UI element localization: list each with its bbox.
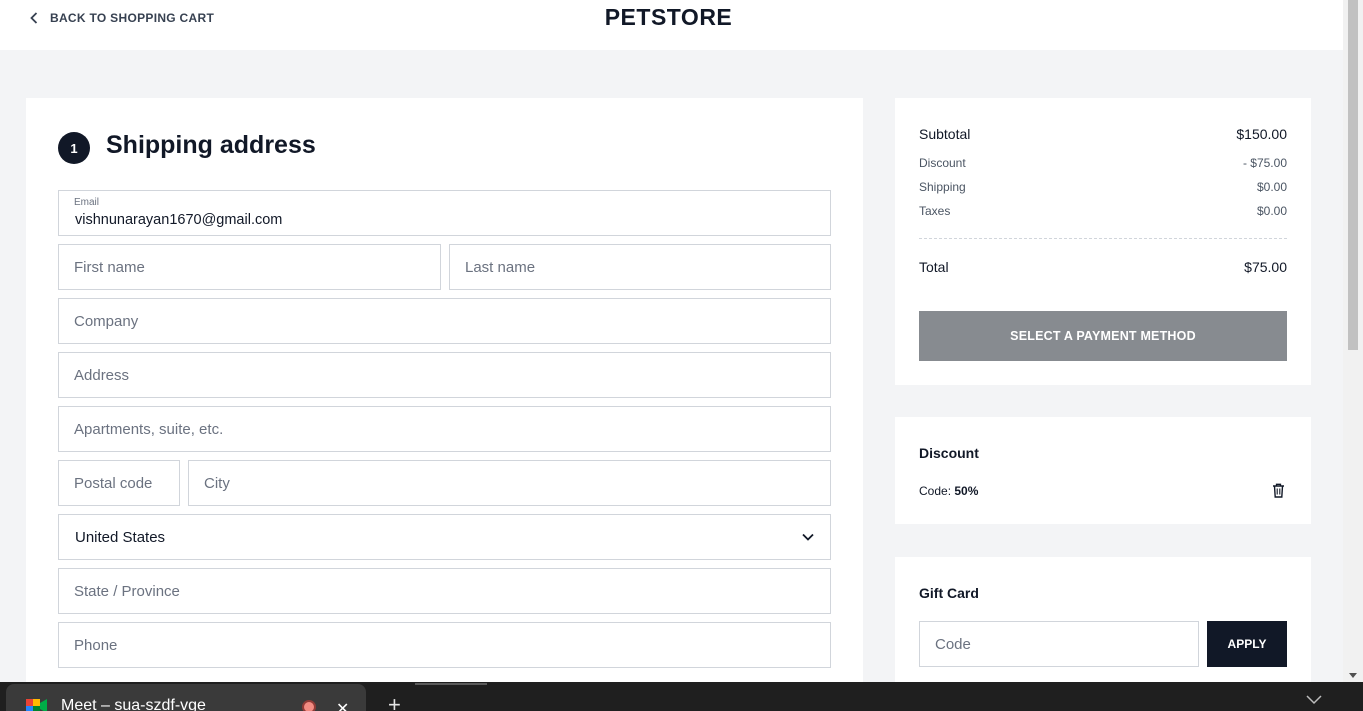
close-icon[interactable]: ✕ xyxy=(336,699,349,711)
address-input[interactable] xyxy=(59,353,830,397)
step-number-badge: 1 xyxy=(58,132,90,164)
meet-tab[interactable]: Meet – sua-szdf-vge ✕ xyxy=(6,684,366,711)
top-bar: BACK TO SHOPPING CART PETSTORE xyxy=(0,0,1343,50)
taxes-row: Taxes $0.00 xyxy=(919,204,1287,218)
store-logo[interactable]: PETSTORE xyxy=(0,4,1337,31)
shipping-value: $0.00 xyxy=(1256,180,1287,194)
taxes-label: Taxes xyxy=(919,204,951,218)
apartment-field[interactable] xyxy=(58,406,831,452)
city-field[interactable] xyxy=(188,460,831,506)
tab-strip-indicator xyxy=(415,683,487,685)
discount-label: Discount xyxy=(919,156,966,170)
gift-card-heading: Gift Card xyxy=(919,585,979,601)
shipping-row: Shipping $0.00 xyxy=(919,180,1287,194)
postal-code-field[interactable] xyxy=(58,460,180,506)
discount-value: - $75.00 xyxy=(1242,156,1287,170)
summary-divider xyxy=(919,238,1287,239)
company-input[interactable] xyxy=(59,299,830,343)
discount-code-prefix: Code: xyxy=(919,484,955,498)
meet-icon xyxy=(26,699,47,711)
country-value: United States xyxy=(75,528,166,546)
chevron-down-icon xyxy=(802,533,814,541)
trash-icon[interactable] xyxy=(1272,483,1285,498)
discount-code-text: Code: 50% xyxy=(919,484,978,498)
city-input[interactable] xyxy=(189,461,830,505)
discount-section: Discount Code: 50% xyxy=(895,417,1311,524)
company-field[interactable] xyxy=(58,298,831,344)
scrollbar-thumb[interactable] xyxy=(1348,0,1358,350)
total-row: Total $75.00 xyxy=(919,259,1287,275)
state-field[interactable] xyxy=(58,568,831,614)
discount-heading: Discount xyxy=(919,445,979,461)
gift-card-section: Gift Card APPLY xyxy=(895,557,1311,687)
gift-card-code-field[interactable] xyxy=(919,621,1199,667)
scroll-down-arrow-icon[interactable] xyxy=(1349,673,1357,678)
first-name-field[interactable] xyxy=(58,244,441,290)
first-name-input[interactable] xyxy=(59,245,440,289)
section-title: Shipping address xyxy=(106,131,316,159)
apply-gift-card-button[interactable]: APPLY xyxy=(1207,621,1287,667)
postal-code-input[interactable] xyxy=(59,461,179,505)
subtotal-row: Subtotal $150.00 xyxy=(919,126,1287,142)
gift-card-code-input[interactable] xyxy=(920,622,1198,666)
last-name-field[interactable] xyxy=(449,244,831,290)
last-name-input[interactable] xyxy=(450,245,830,289)
total-label: Total xyxy=(919,259,949,275)
email-value: vishnunarayan1670@gmail.com xyxy=(75,212,283,228)
subtotal-label: Subtotal xyxy=(919,126,971,142)
discount-row: Discount - $75.00 xyxy=(919,156,1287,170)
tab-title: Meet – sua-szdf-vge xyxy=(61,697,206,711)
taxes-value: $0.00 xyxy=(1256,204,1287,218)
phone-field[interactable] xyxy=(58,622,831,668)
discount-code-value: 50% xyxy=(954,484,979,498)
order-summary: Subtotal $150.00 Discount - $75.00 Shipp… xyxy=(895,98,1311,385)
country-select[interactable]: United States xyxy=(58,514,831,560)
phone-input[interactable] xyxy=(59,623,830,667)
shipping-address-section: 1 Shipping address Email vishnunarayan16… xyxy=(26,98,863,688)
state-input[interactable] xyxy=(59,569,830,613)
apartment-input[interactable] xyxy=(59,407,830,451)
subtotal-value: $150.00 xyxy=(1236,126,1287,142)
recording-indicator-icon xyxy=(302,700,316,711)
email-field[interactable]: Email vishnunarayan1670@gmail.com xyxy=(58,190,831,236)
email-label: Email xyxy=(74,197,100,208)
address-field[interactable] xyxy=(58,352,831,398)
browser-tab-strip: Meet – sua-szdf-vge ✕ + xyxy=(0,682,1363,711)
total-value: $75.00 xyxy=(1244,259,1287,275)
select-payment-method-button[interactable]: SELECT A PAYMENT METHOD xyxy=(919,311,1287,361)
plus-icon[interactable]: + xyxy=(388,692,401,711)
vertical-scrollbar[interactable] xyxy=(1343,0,1363,682)
shipping-label: Shipping xyxy=(919,180,966,194)
tab-search-chevron-icon[interactable] xyxy=(1306,695,1322,705)
